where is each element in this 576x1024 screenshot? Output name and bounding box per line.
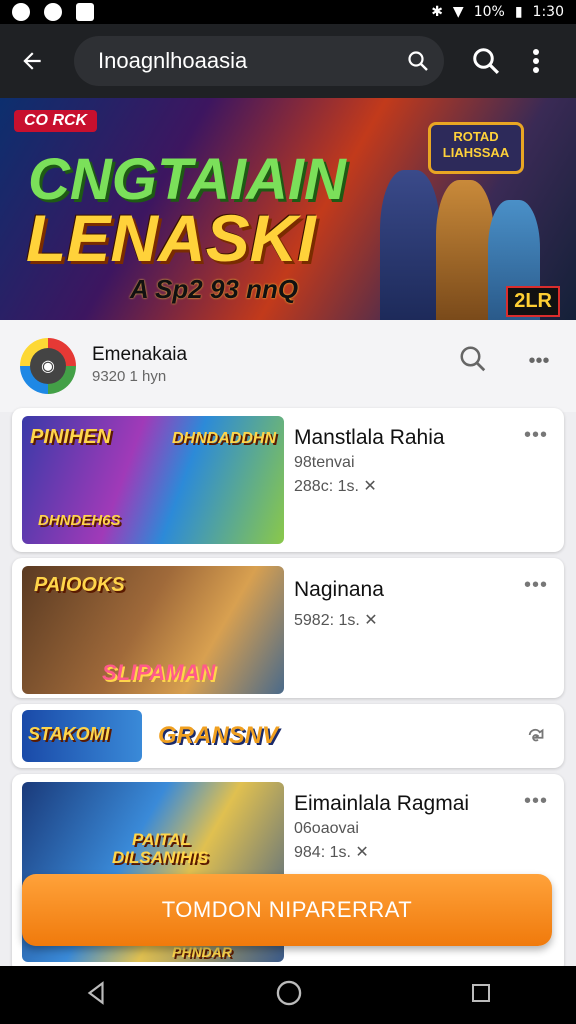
clock: 1:30 (532, 4, 564, 20)
wifi-icon: ▼ (452, 4, 464, 20)
notification-icon (12, 3, 30, 21)
overflow-menu-button[interactable] (514, 39, 558, 83)
card-meta: 288c: 1s. ✕ (294, 478, 377, 495)
publisher-search-button[interactable] (458, 344, 498, 384)
list-item[interactable]: PINIHEN DHNDADDHN DHNDEH6S Manstlala Rah… (12, 408, 564, 552)
system-nav-bar (0, 966, 576, 1024)
share-icon[interactable] (526, 724, 548, 751)
publisher-avatar[interactable]: ◉ (20, 338, 76, 394)
thumb-title: STAKOMI (28, 724, 110, 744)
status-bar: ✱ ▼ 10% ▮ 1:30 (0, 0, 576, 24)
more-vert-icon (533, 49, 539, 73)
card-meta: 984: 1s. ✕ (294, 844, 369, 861)
banner-sign: ROTAD LIAHSSAA (428, 122, 524, 174)
more-horiz-icon[interactable]: ••• (524, 574, 548, 597)
publisher-subtitle: 9320 1 hyn (92, 368, 167, 385)
game-thumbnail: PAIOOKS SLIPAMAN (22, 566, 284, 694)
back-button[interactable] (12, 41, 52, 81)
thumb-title: SLIPAMAN (102, 660, 216, 685)
thumb-title: PINIHEN (30, 426, 112, 448)
list-item[interactable]: PAIOOKS SLIPAMAN Naginana 5982: 1s. ✕ ••… (12, 558, 564, 698)
bluetooth-icon: ✱ (431, 4, 443, 20)
banner-logo: CO RCK (14, 110, 98, 132)
card-meta: 98tenvai (294, 454, 355, 471)
banner-title-line2: LENASKI (26, 201, 316, 275)
battery-icon: ▮ (514, 4, 523, 20)
camera-icon: ◉ (30, 348, 66, 384)
card-meta: 5982: 1s. ✕ (294, 612, 378, 629)
promo-banner[interactable]: CO RCK ROTAD LIAHSSAA CNGTAIAIN LENASKI … (0, 98, 576, 320)
nav-back-icon[interactable] (83, 980, 109, 1011)
search-icon (460, 346, 486, 372)
more-horiz-icon[interactable]: ••• (524, 350, 554, 380)
app-notification-icon (76, 3, 94, 21)
game-thumbnail: PINIHEN DHNDADDHN DHNDEH6S (22, 416, 284, 544)
search-bar[interactable]: Inoagnlhoaasia (74, 36, 444, 86)
search-icon[interactable] (406, 49, 430, 73)
battery-percent: 10% (473, 4, 505, 20)
nav-recents-icon[interactable] (469, 981, 493, 1010)
hero-figure (436, 180, 494, 320)
thumb-title: DHNDEH6S (38, 512, 121, 529)
more-horiz-icon[interactable]: ••• (524, 790, 548, 813)
sync-icon (44, 3, 62, 21)
thumb-title: DHNDADDHN (172, 430, 276, 447)
card-title: Eimainlala Ragmai (294, 792, 470, 815)
card-meta: 06oaovai (294, 820, 359, 837)
thumb-title: GRANSNV (158, 722, 279, 749)
search-query: Inoagnlhoaasia (98, 48, 248, 73)
app-bar: Inoagnlhoaasia (0, 24, 576, 98)
nav-home-icon[interactable] (275, 979, 303, 1012)
thumb-title: PAIOOKS (34, 574, 125, 596)
publisher-header: ◉ Emenakaia 9320 1 hyn ••• (0, 320, 576, 412)
search-button[interactable] (464, 39, 508, 83)
thumb-title: PAITAL (132, 830, 191, 849)
install-button[interactable]: TOMDON NIPARERRAT (22, 874, 552, 946)
back-arrow-icon (23, 52, 41, 70)
list-item[interactable]: STAKOMI GRANSNV (12, 704, 564, 768)
banner-subtitle: A Sp2 93 nnQ (130, 274, 299, 304)
game-thumbnail: STAKOMI (22, 710, 142, 762)
search-icon (473, 48, 500, 75)
more-horiz-icon[interactable]: ••• (524, 424, 548, 447)
publisher-name: Emenakaia (92, 344, 188, 365)
hero-figure (380, 170, 440, 320)
card-title: Naginana (294, 578, 384, 601)
card-title: Manstlala Rahia (294, 426, 445, 449)
banner-badge: 2LR (506, 286, 560, 317)
